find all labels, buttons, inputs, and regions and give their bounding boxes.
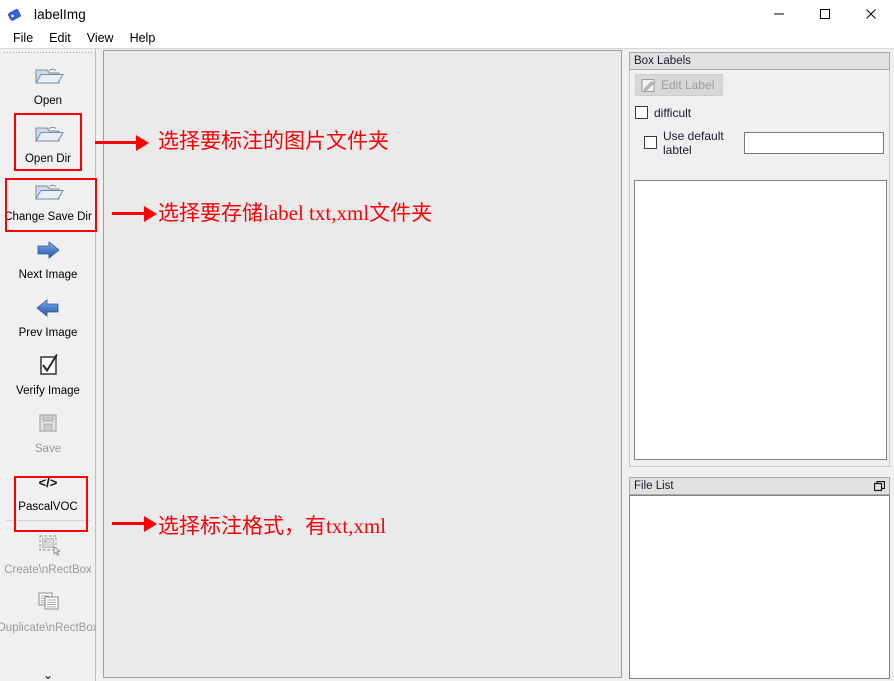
box-labels-list[interactable] <box>634 180 887 460</box>
image-canvas[interactable] <box>103 50 622 678</box>
toolbar-label: Open Dir <box>24 153 72 165</box>
use-default-label-text: Use default labtel <box>663 128 724 157</box>
toolbar-expand-button[interactable]: ⌄ <box>0 668 96 681</box>
difficult-checkbox-row[interactable]: difficult <box>635 106 884 120</box>
window-title: labelImg <box>34 6 86 22</box>
box-labels-body: Edit Label difficult Use default labtel <box>629 70 890 467</box>
maximize-icon <box>820 9 830 19</box>
left-toolbar: Open Open Dir Change Save Dir Next Image… <box>0 49 99 681</box>
edit-label-button[interactable]: Edit Label <box>635 74 724 96</box>
box-labels-title: Box Labels <box>634 55 691 67</box>
toolbar-item-save[interactable]: Save <box>0 402 96 460</box>
close-icon <box>866 9 876 19</box>
toolbar-divider <box>5 520 90 521</box>
duplicate-rectbox-icon <box>32 587 64 619</box>
use-default-label-row: Use default labtel <box>644 129 884 157</box>
code-tags-glyph: </> <box>38 474 58 490</box>
toolbar-label: Duplicate\nRectBox <box>0 622 99 634</box>
file-list-listbox[interactable] <box>629 495 890 679</box>
toolbar-item-verify-image[interactable]: Verify Image <box>0 344 96 402</box>
box-labels-title-bar: Box Labels <box>629 52 890 70</box>
toolbar-item-open[interactable]: Open <box>0 54 96 112</box>
menu-bar: File Edit View Help <box>0 28 894 48</box>
menu-edit[interactable]: Edit <box>41 29 79 47</box>
tag-icon <box>8 5 26 23</box>
file-list-title: File List <box>634 480 674 492</box>
code-tags-icon: </> <box>32 466 64 498</box>
toolbar-label: PascalVOC <box>18 501 78 513</box>
folder-open-icon <box>32 60 64 92</box>
toolbar-item-open-dir[interactable]: Open Dir <box>0 112 96 170</box>
default-label-input[interactable] <box>744 131 884 154</box>
menu-view[interactable]: View <box>79 29 122 47</box>
canvas-area <box>96 49 625 681</box>
canvas-splitter[interactable] <box>96 49 103 681</box>
undock-icon[interactable] <box>873 480 885 492</box>
file-list-panel: File List <box>629 477 890 679</box>
file-list-title-bar: File List <box>629 477 890 495</box>
toolbar-item-next-image[interactable]: Next Image <box>0 228 96 286</box>
folder-open-icon <box>32 176 64 208</box>
right-dock: Box Labels Edit Label difficult Use defa… <box>625 49 894 681</box>
toolbar-label: Verify Image <box>16 385 80 397</box>
toolbar-item-prev-image[interactable]: Prev Image <box>0 286 96 344</box>
toolbar-label: Next Image <box>18 269 78 281</box>
toolbar-label: Open <box>33 95 63 107</box>
menu-file[interactable]: File <box>5 29 41 47</box>
create-rectbox-icon <box>32 529 64 561</box>
toolbar-item-duplicate-rectbox[interactable]: Duplicate\nRectBox <box>0 581 99 639</box>
pencil-edit-icon <box>641 78 656 93</box>
floppy-disk-icon <box>32 408 64 440</box>
arrow-right-icon <box>32 234 64 266</box>
labelimg-window: labelImg File Edit View Help Open Open D… <box>0 0 894 681</box>
toolbar-item-pascalvoc[interactable]: </> PascalVOC <box>0 460 96 518</box>
title-bar: labelImg <box>0 0 894 28</box>
use-default-label-checkbox[interactable] <box>644 136 657 149</box>
minimize-icon <box>774 13 784 15</box>
maximize-button[interactable] <box>802 0 848 28</box>
toolbar-item-change-save-dir[interactable]: Change Save Dir <box>0 170 96 228</box>
toolbar-label: Save <box>34 443 62 455</box>
toolbar-label: Create\nRectBox <box>4 564 92 576</box>
menu-help[interactable]: Help <box>122 29 164 47</box>
main-area: Open Open Dir Change Save Dir Next Image… <box>0 48 894 681</box>
edit-label-text: Edit Label <box>661 78 715 92</box>
folder-open-icon <box>32 118 64 150</box>
close-button[interactable] <box>848 0 894 28</box>
toolbar-label: Prev Image <box>18 327 78 339</box>
arrow-left-icon <box>32 292 64 324</box>
checkbox-checked-icon <box>32 350 64 382</box>
toolbar-item-create-rectbox[interactable]: Create\nRectBox <box>0 523 96 581</box>
box-labels-panel: Box Labels Edit Label difficult Use defa… <box>629 52 890 467</box>
chevron-down-icon: ⌄ <box>42 668 54 681</box>
difficult-label: difficult <box>654 105 692 120</box>
difficult-checkbox[interactable] <box>635 106 648 119</box>
toolbar-label: Change Save Dir <box>4 211 92 223</box>
minimize-button[interactable] <box>756 0 802 28</box>
window-controls <box>756 0 894 28</box>
